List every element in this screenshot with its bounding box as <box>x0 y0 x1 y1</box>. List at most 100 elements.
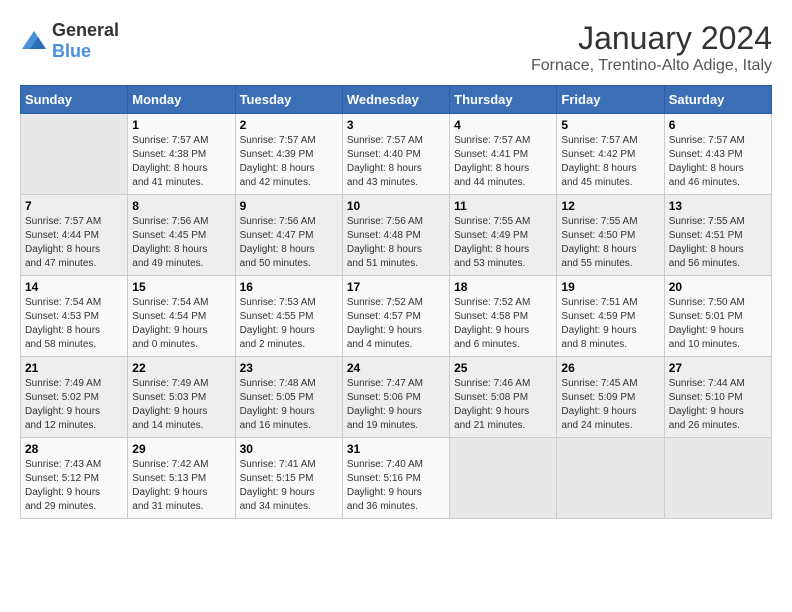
header-monday: Monday <box>128 86 235 114</box>
calendar-cell: 18 Sunrise: 7:52 AM Sunset: 4:58 PM Dayli… <box>450 276 557 357</box>
calendar-cell: 1 Sunrise: 7:57 AM Sunset: 4:38 PM Daylig… <box>128 114 235 195</box>
day-number: 2 <box>240 118 338 132</box>
day-info: Sunrise: 7:53 AM Sunset: 4:55 PM Dayligh… <box>240 296 338 352</box>
calendar-cell: 28 Sunrise: 7:43 AM Sunset: 5:12 PM Dayli… <box>21 438 128 519</box>
calendar-cell: 11 Sunrise: 7:55 AM Sunset: 4:49 PM Dayli… <box>450 195 557 276</box>
calendar-cell <box>450 438 557 519</box>
day-info: Sunrise: 7:50 AM Sunset: 5:01 PM Dayligh… <box>669 296 767 352</box>
calendar-cell: 16 Sunrise: 7:53 AM Sunset: 4:55 PM Dayli… <box>235 276 342 357</box>
calendar-cell: 13 Sunrise: 7:55 AM Sunset: 4:51 PM Dayli… <box>664 195 771 276</box>
day-info: Sunrise: 7:49 AM Sunset: 5:03 PM Dayligh… <box>132 377 230 433</box>
calendar-cell: 24 Sunrise: 7:47 AM Sunset: 5:06 PM Dayli… <box>342 357 449 438</box>
day-info: Sunrise: 7:56 AM Sunset: 4:47 PM Dayligh… <box>240 215 338 271</box>
day-number: 16 <box>240 280 338 294</box>
calendar-cell: 10Sunrise: 7:56 AM Sunset: 4:48 PM Dayli… <box>342 195 449 276</box>
day-info: Sunrise: 7:55 AM Sunset: 4:49 PM Dayligh… <box>454 215 552 271</box>
calendar-cell: 5 Sunrise: 7:57 AM Sunset: 4:42 PM Daylig… <box>557 114 664 195</box>
week-row-0: 1 Sunrise: 7:57 AM Sunset: 4:38 PM Daylig… <box>21 114 772 195</box>
calendar-cell: 29 Sunrise: 7:42 AM Sunset: 5:13 PM Dayli… <box>128 438 235 519</box>
day-number: 5 <box>561 118 659 132</box>
day-info: Sunrise: 7:57 AM Sunset: 4:43 PM Dayligh… <box>669 134 767 190</box>
calendar-table: SundayMondayTuesdayWednesdayThursdayFrid… <box>20 85 772 519</box>
day-number: 10 <box>347 199 445 213</box>
day-number: 28 <box>25 442 123 456</box>
day-number: 14 <box>25 280 123 294</box>
day-number: 19 <box>561 280 659 294</box>
day-number: 18 <box>454 280 552 294</box>
header-row: SundayMondayTuesdayWednesdayThursdayFrid… <box>21 86 772 114</box>
day-info: Sunrise: 7:57 AM Sunset: 4:41 PM Dayligh… <box>454 134 552 190</box>
day-info: Sunrise: 7:49 AM Sunset: 5:02 PM Dayligh… <box>25 377 123 433</box>
day-number: 7 <box>25 199 123 213</box>
day-number: 30 <box>240 442 338 456</box>
calendar-cell: 22 Sunrise: 7:49 AM Sunset: 5:03 PM Dayli… <box>128 357 235 438</box>
day-info: Sunrise: 7:43 AM Sunset: 5:12 PM Dayligh… <box>25 458 123 514</box>
day-info: Sunrise: 7:57 AM Sunset: 4:38 PM Dayligh… <box>132 134 230 190</box>
day-info: Sunrise: 7:55 AM Sunset: 4:51 PM Dayligh… <box>669 215 767 271</box>
day-number: 20 <box>669 280 767 294</box>
calendar-cell: 4 Sunrise: 7:57 AM Sunset: 4:41 PM Daylig… <box>450 114 557 195</box>
day-number: 1 <box>132 118 230 132</box>
day-number: 29 <box>132 442 230 456</box>
calendar-cell: 30 Sunrise: 7:41 AM Sunset: 5:15 PM Dayli… <box>235 438 342 519</box>
day-number: 26 <box>561 361 659 375</box>
day-info: Sunrise: 7:57 AM Sunset: 4:44 PM Dayligh… <box>25 215 123 271</box>
day-number: 21 <box>25 361 123 375</box>
header-saturday: Saturday <box>664 86 771 114</box>
calendar-cell: 23Sunrise: 7:48 AM Sunset: 5:05 PM Dayli… <box>235 357 342 438</box>
day-info: Sunrise: 7:44 AM Sunset: 5:10 PM Dayligh… <box>669 377 767 433</box>
calendar-cell: 12Sunrise: 7:55 AM Sunset: 4:50 PM Dayli… <box>557 195 664 276</box>
header-sunday: Sunday <box>21 86 128 114</box>
calendar-cell: 9 Sunrise: 7:56 AM Sunset: 4:47 PM Daylig… <box>235 195 342 276</box>
header-friday: Friday <box>557 86 664 114</box>
day-number: 25 <box>454 361 552 375</box>
day-number: 9 <box>240 199 338 213</box>
day-number: 31 <box>347 442 445 456</box>
day-info: Sunrise: 7:56 AM Sunset: 4:45 PM Dayligh… <box>132 215 230 271</box>
calendar-cell <box>557 438 664 519</box>
day-info: Sunrise: 7:42 AM Sunset: 5:13 PM Dayligh… <box>132 458 230 514</box>
day-info: Sunrise: 7:52 AM Sunset: 4:58 PM Dayligh… <box>454 296 552 352</box>
calendar-cell: 2 Sunrise: 7:57 AM Sunset: 4:39 PM Daylig… <box>235 114 342 195</box>
day-info: Sunrise: 7:41 AM Sunset: 5:15 PM Dayligh… <box>240 458 338 514</box>
calendar-cell: 8 Sunrise: 7:56 AM Sunset: 4:45 PM Daylig… <box>128 195 235 276</box>
title-area: January 2024 Fornace, Trentino-Alto Adig… <box>531 20 772 75</box>
day-info: Sunrise: 7:57 AM Sunset: 4:40 PM Dayligh… <box>347 134 445 190</box>
day-number: 6 <box>669 118 767 132</box>
logo-text-blue: Blue <box>52 41 91 61</box>
calendar-cell <box>21 114 128 195</box>
day-number: 11 <box>454 199 552 213</box>
logo-text-general: General <box>52 20 119 40</box>
day-number: 13 <box>669 199 767 213</box>
day-number: 22 <box>132 361 230 375</box>
day-info: Sunrise: 7:57 AM Sunset: 4:42 PM Dayligh… <box>561 134 659 190</box>
logo: General Blue <box>20 20 119 62</box>
day-number: 4 <box>454 118 552 132</box>
day-info: Sunrise: 7:46 AM Sunset: 5:08 PM Dayligh… <box>454 377 552 433</box>
day-number: 24 <box>347 361 445 375</box>
calendar-cell: 21 Sunrise: 7:49 AM Sunset: 5:02 PM Dayli… <box>21 357 128 438</box>
day-info: Sunrise: 7:57 AM Sunset: 4:39 PM Dayligh… <box>240 134 338 190</box>
day-info: Sunrise: 7:45 AM Sunset: 5:09 PM Dayligh… <box>561 377 659 433</box>
subtitle: Fornace, Trentino-Alto Adige, Italy <box>531 57 772 75</box>
week-row-2: 14Sunrise: 7:54 AM Sunset: 4:53 PM Dayli… <box>21 276 772 357</box>
calendar-cell <box>664 438 771 519</box>
header-tuesday: Tuesday <box>235 86 342 114</box>
day-info: Sunrise: 7:51 AM Sunset: 4:59 PM Dayligh… <box>561 296 659 352</box>
main-title: January 2024 <box>531 20 772 57</box>
calendar-cell: 20 Sunrise: 7:50 AM Sunset: 5:01 PM Dayli… <box>664 276 771 357</box>
day-number: 15 <box>132 280 230 294</box>
calendar-cell: 7 Sunrise: 7:57 AM Sunset: 4:44 PM Daylig… <box>21 195 128 276</box>
logo-icon <box>20 29 48 53</box>
calendar-cell: 17Sunrise: 7:52 AM Sunset: 4:57 PM Dayli… <box>342 276 449 357</box>
week-row-4: 28 Sunrise: 7:43 AM Sunset: 5:12 PM Dayli… <box>21 438 772 519</box>
day-number: 8 <box>132 199 230 213</box>
calendar-cell: 15Sunrise: 7:54 AM Sunset: 4:54 PM Dayli… <box>128 276 235 357</box>
header-wednesday: Wednesday <box>342 86 449 114</box>
day-info: Sunrise: 7:47 AM Sunset: 5:06 PM Dayligh… <box>347 377 445 433</box>
header-thursday: Thursday <box>450 86 557 114</box>
page-header: General Blue January 2024 Fornace, Trent… <box>20 20 772 75</box>
calendar-cell: 19 Sunrise: 7:51 AM Sunset: 4:59 PM Dayli… <box>557 276 664 357</box>
day-number: 27 <box>669 361 767 375</box>
calendar-cell: 27 Sunrise: 7:44 AM Sunset: 5:10 PM Dayli… <box>664 357 771 438</box>
